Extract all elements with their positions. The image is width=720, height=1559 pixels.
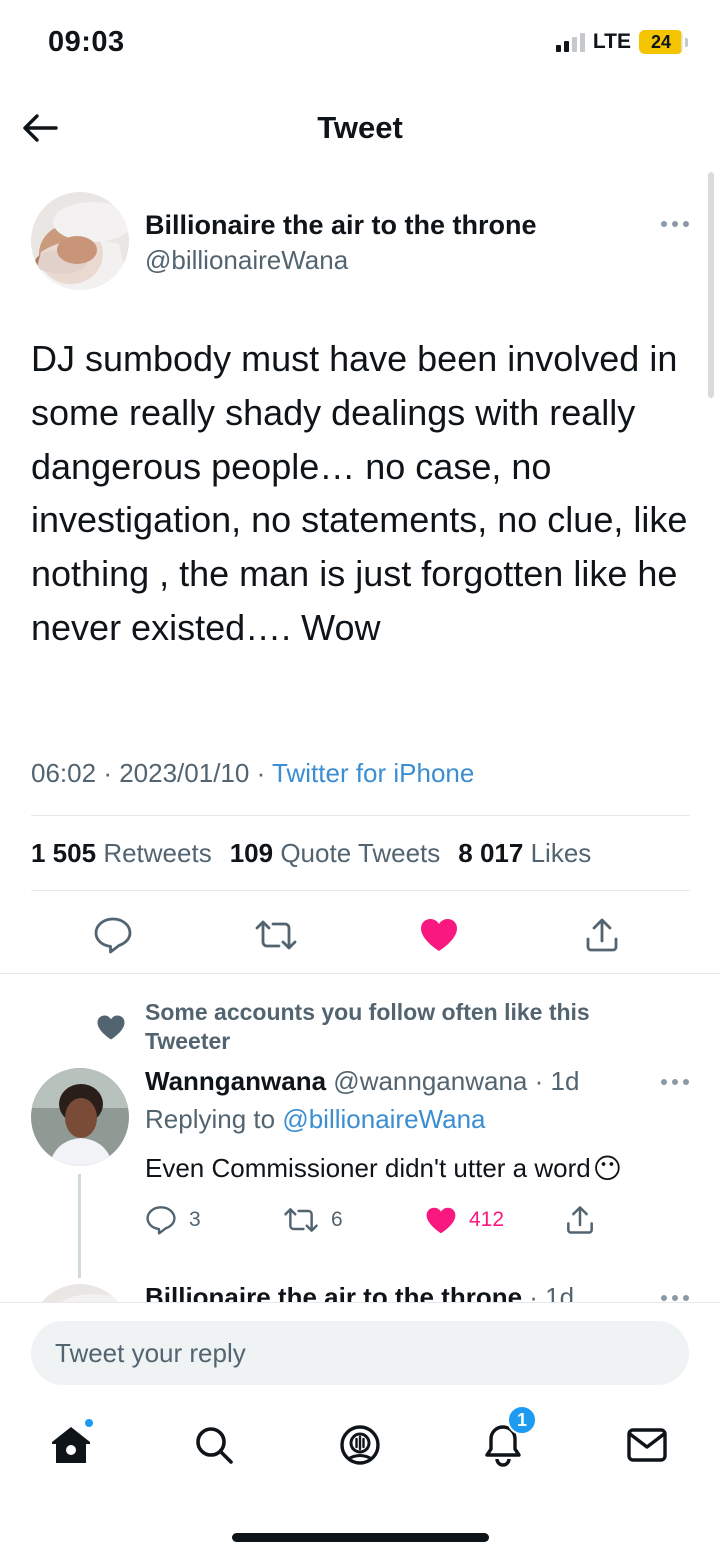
tweet-source-link[interactable]: Twitter for iPhone: [272, 758, 474, 788]
more-options-icon[interactable]: [655, 214, 695, 234]
reply-icon: [146, 1206, 176, 1235]
scrollbar[interactable]: [708, 172, 714, 398]
header: Tweet: [0, 90, 720, 170]
avatar[interactable]: [31, 1068, 129, 1166]
reply-count: 3: [189, 1208, 201, 1231]
tab-home[interactable]: [41, 1415, 101, 1475]
battery-icon: 24: [639, 30, 688, 54]
reply-author-handle[interactable]: @wannganwana: [333, 1066, 527, 1096]
like-button[interactable]: [414, 910, 464, 960]
page-title: Tweet: [317, 110, 403, 145]
tab-spaces[interactable]: [330, 1415, 390, 1475]
share-icon: [567, 1206, 593, 1234]
social-context: Some accounts you follow often like this…: [145, 999, 590, 1054]
tab-notifications[interactable]: 1: [473, 1405, 537, 1475]
messages-icon: [627, 1428, 667, 1462]
search-icon: [196, 1427, 233, 1464]
unread-dot: [83, 1417, 95, 1429]
signal-strength-icon: [555, 32, 585, 52]
likes-stat[interactable]: 8 017 Likes: [458, 838, 591, 869]
share-button[interactable]: [565, 1200, 595, 1240]
retweet-button[interactable]: [251, 910, 301, 960]
home-indicator: [232, 1533, 489, 1542]
author-handle[interactable]: @billionaireWana: [145, 245, 348, 276]
reply-button[interactable]: 3: [145, 1200, 201, 1240]
tweet-stats: 1 505 Retweets 109 Quote Tweets 8 017 Li…: [31, 838, 591, 869]
battery-level: 24: [650, 31, 672, 52]
tweet-time: 06:02: [31, 758, 97, 788]
tab-search[interactable]: [184, 1415, 244, 1475]
retweet-count: 6: [331, 1208, 343, 1231]
reply-author-name[interactable]: Wannganwana: [145, 1066, 326, 1096]
reply-age: · 1d: [534, 1066, 580, 1096]
replying-to-mention[interactable]: @billionaireWana: [282, 1104, 485, 1134]
heart-filled-icon: [426, 1207, 456, 1233]
status-time: 09:03: [48, 26, 125, 58]
tweet-text: DJ sumbody must have been involved in so…: [31, 338, 688, 648]
status-indicators: LTE 24: [555, 30, 688, 54]
home-icon: [52, 1427, 90, 1463]
quote-tweets-stat[interactable]: 109 Quote Tweets: [230, 838, 441, 869]
heart-icon: [96, 1014, 126, 1046]
tab-messages[interactable]: [617, 1415, 677, 1475]
like-count: 412: [469, 1208, 505, 1231]
emoji: 😶: [592, 1152, 622, 1185]
retweet-icon: [284, 1208, 318, 1232]
tweet-actions: [31, 910, 691, 960]
reply-actions: 3 6 412: [145, 1200, 615, 1240]
retweets-stat[interactable]: 1 505 Retweets: [31, 838, 212, 869]
reply-text: Even Commissioner didn't utter a word 😶: [145, 1152, 622, 1185]
tweet-date: 2023/01/10: [119, 758, 250, 788]
reply-icon: [94, 917, 132, 954]
author-name[interactable]: Billionaire the air to the throne: [145, 210, 537, 241]
divider: [0, 973, 720, 974]
thread-line: [78, 1174, 81, 1278]
share-button[interactable]: [577, 910, 627, 960]
retweet-icon: [255, 920, 297, 950]
notifications-badge: 1: [507, 1405, 537, 1435]
tweet-metadata: 06:02 · 2023/01/10 · Twitter for iPhone: [31, 758, 474, 789]
bottom-area: 1: [0, 1302, 720, 1559]
divider: [31, 815, 690, 816]
status-bar: 09:03 LTE 24: [0, 0, 720, 90]
share-icon: [586, 918, 618, 952]
tweet-reply-input[interactable]: [31, 1321, 689, 1385]
more-options-icon[interactable]: [655, 1072, 695, 1092]
meta-separator: ·: [256, 758, 266, 788]
tab-bar: 1: [0, 1405, 720, 1485]
reply-button[interactable]: [88, 910, 138, 960]
avatar[interactable]: [31, 192, 129, 290]
meta-separator: ·: [103, 758, 112, 788]
replying-to: Replying to @billionaireWana: [145, 1104, 486, 1134]
spaces-icon: [340, 1425, 380, 1465]
reply-header: Wannganwana @wannganwana · 1d: [145, 1066, 579, 1097]
reply-composer: [31, 1321, 689, 1385]
retweet-button[interactable]: 6: [283, 1200, 343, 1240]
network-type: LTE: [592, 30, 631, 53]
divider: [31, 890, 690, 891]
like-button[interactable]: 412: [425, 1200, 504, 1240]
heart-filled-icon: [421, 919, 457, 951]
